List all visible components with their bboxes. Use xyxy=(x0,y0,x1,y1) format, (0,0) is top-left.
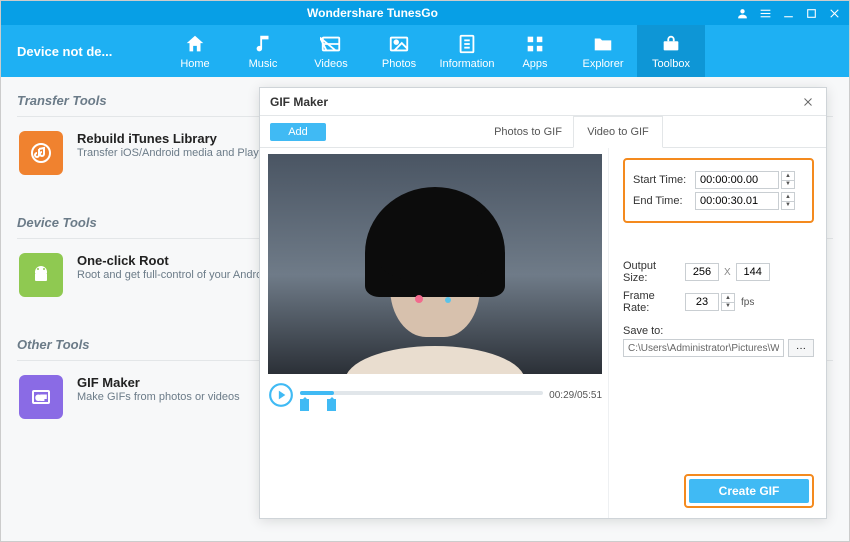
device-status: Device not de... xyxy=(1,25,161,77)
modal-tabs-row: Add Photos to GIF Video to GIF xyxy=(260,116,826,148)
gif-maker-modal: GIF Maker Add Photos to GIF Video to GIF xyxy=(259,87,827,519)
videos-icon xyxy=(320,33,342,55)
tool-desc: Make GIFs from photos or videos xyxy=(77,390,240,405)
nav-tab-information[interactable]: Information xyxy=(433,25,501,77)
player-controls: 00:29/05:51 xyxy=(268,382,602,408)
maximize-icon[interactable] xyxy=(805,7,818,20)
start-time-input[interactable] xyxy=(695,171,779,189)
nav-tabs: Home Music Videos Photos Information App… xyxy=(161,25,849,77)
save-to-label: Save to: xyxy=(623,325,814,337)
end-time-label: End Time: xyxy=(633,195,693,207)
titlebar: Wondershare TunesGo xyxy=(1,1,849,25)
play-button[interactable] xyxy=(268,382,294,408)
range-start-handle[interactable] xyxy=(300,399,309,411)
end-time-spinner[interactable]: ▲▼ xyxy=(781,192,795,210)
explorer-icon xyxy=(592,33,614,55)
start-time-label: Start Time: xyxy=(633,174,693,186)
user-icon[interactable] xyxy=(736,7,749,20)
nav-tab-home[interactable]: Home xyxy=(161,25,229,77)
app-window: Wondershare TunesGo Device not de... Hom… xyxy=(0,0,850,542)
settings-pane: Start Time: ▲▼ End Time: ▲▼ Output Size:… xyxy=(608,148,826,518)
modal-title: GIF Maker xyxy=(270,95,800,109)
video-pane: 00:29/05:51 xyxy=(260,148,608,518)
minimize-icon[interactable] xyxy=(782,7,795,20)
tool-title: GIF Maker xyxy=(77,375,240,390)
timeline-slider[interactable] xyxy=(300,382,543,408)
nav-tab-toolbox[interactable]: Toolbox xyxy=(637,25,705,77)
navbar: Device not de... Home Music Videos Photo… xyxy=(1,25,849,77)
create-gif-highlight: Create GIF xyxy=(684,474,814,508)
toolbox-icon xyxy=(660,33,682,55)
end-time-input[interactable] xyxy=(695,192,779,210)
time-range-group: Start Time: ▲▼ End Time: ▲▼ xyxy=(623,158,814,223)
time-readout: 00:29/05:51 xyxy=(549,390,602,401)
itunes-icon xyxy=(19,131,63,175)
music-icon xyxy=(252,33,274,55)
information-icon xyxy=(456,33,478,55)
close-icon[interactable] xyxy=(828,7,841,20)
nav-tab-music[interactable]: Music xyxy=(229,25,297,77)
dimension-separator: X xyxy=(721,267,734,278)
android-icon xyxy=(19,253,63,297)
output-width-input[interactable] xyxy=(685,263,719,281)
app-title: Wondershare TunesGo xyxy=(9,6,736,20)
tab-video-to-gif[interactable]: Video to GIF xyxy=(573,116,663,148)
nav-tab-photos[interactable]: Photos xyxy=(365,25,433,77)
window-controls xyxy=(736,7,841,20)
modal-close-button[interactable] xyxy=(800,94,816,110)
frame-rate-label: Frame Rate: xyxy=(623,290,683,314)
save-path-input[interactable] xyxy=(623,339,784,357)
output-size-label: Output Size: xyxy=(623,260,683,284)
home-icon xyxy=(184,33,206,55)
gif-icon: GIF xyxy=(19,375,63,419)
create-gif-button[interactable]: Create GIF xyxy=(689,479,809,503)
add-button[interactable]: Add xyxy=(270,123,326,141)
nav-tab-videos[interactable]: Videos xyxy=(297,25,365,77)
photos-icon xyxy=(388,33,410,55)
frame-rate-spinner[interactable]: ▲▼ xyxy=(721,293,735,311)
fps-suffix: fps xyxy=(737,297,754,308)
start-time-spinner[interactable]: ▲▼ xyxy=(781,171,795,189)
apps-icon xyxy=(524,33,546,55)
svg-text:GIF: GIF xyxy=(36,396,46,402)
video-preview[interactable] xyxy=(268,154,602,374)
tab-photos-to-gif[interactable]: Photos to GIF xyxy=(483,115,573,147)
menu-icon[interactable] xyxy=(759,7,772,20)
nav-tab-explorer[interactable]: Explorer xyxy=(569,25,637,77)
frame-rate-input[interactable] xyxy=(685,293,719,311)
output-height-input[interactable] xyxy=(736,263,770,281)
browse-button[interactable]: ··· xyxy=(788,339,814,357)
nav-tab-apps[interactable]: Apps xyxy=(501,25,569,77)
modal-header: GIF Maker xyxy=(260,88,826,116)
range-end-handle[interactable] xyxy=(327,399,336,411)
